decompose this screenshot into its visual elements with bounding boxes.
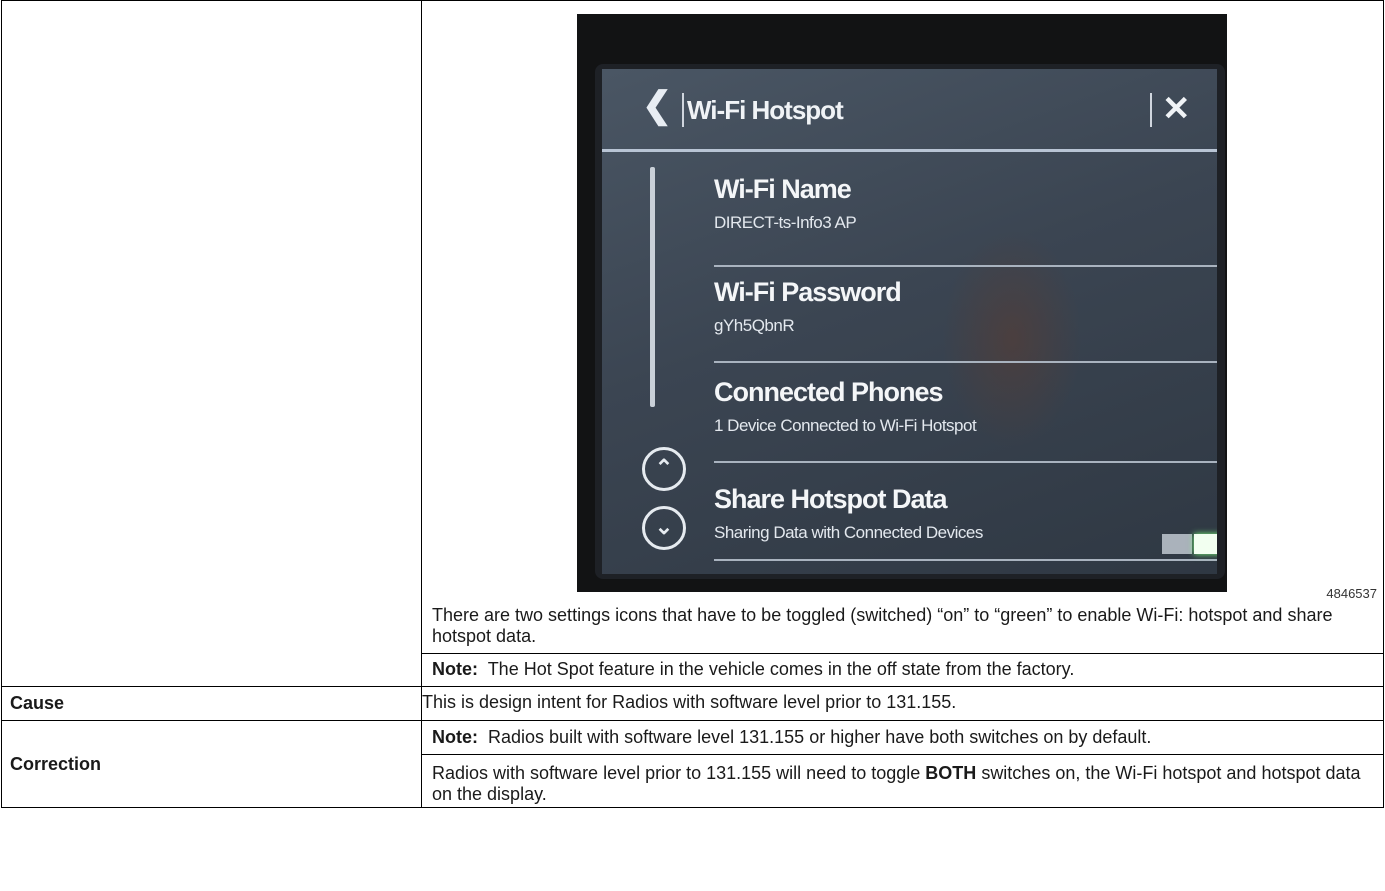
share-hotspot-toggle <box>1162 534 1217 554</box>
cause-row: Cause This is design intent for Radios w… <box>1 686 1384 721</box>
correction-note: Note: Radios built with software level 1… <box>422 721 1383 754</box>
radio-screen-photo: ❮ Wi-Fi Hotspot ✕ Wi-Fi Name DIRECT-ts-I… <box>577 14 1227 592</box>
item-subtitle: DIRECT-ts-Info3 AP <box>714 213 857 232</box>
empty-label-cell <box>1 0 422 687</box>
item-title: Share Hotspot Data <box>714 484 948 514</box>
divider <box>714 265 1217 267</box>
figure-cell: ❮ Wi-Fi Hotspot ✕ Wi-Fi Name DIRECT-ts-I… <box>421 0 1384 687</box>
item-subtitle: 1 Device Connected to Wi-Fi Hotspot <box>714 416 977 435</box>
cause-label: Cause <box>1 686 422 721</box>
screen-title: Wi-Fi Hotspot <box>687 95 844 125</box>
item-subtitle: Sharing Data with Connected Devices <box>714 523 983 542</box>
cause-text: This is design intent for Radios with so… <box>421 686 1384 721</box>
close-icon: ✕ <box>1162 90 1191 128</box>
correction-text: Radios with software level prior to 131.… <box>432 763 1361 804</box>
list-item: Wi-Fi Name DIRECT-ts-Info3 AP <box>714 174 1214 233</box>
item-subtitle: gYh5QbnR <box>714 316 795 335</box>
item-title: Wi-Fi Name <box>714 174 852 204</box>
list-item: Wi-Fi Password gYh5QbnR <box>714 277 1214 336</box>
intro-note: Note: The Hot Spot feature in the vehicl… <box>422 654 1383 686</box>
divider <box>714 461 1217 463</box>
divider <box>714 361 1217 363</box>
screen-header: ❮ Wi-Fi Hotspot ✕ <box>602 69 1217 152</box>
chevron-up-icon: ⌃ <box>642 447 686 491</box>
list-item: Share Hotspot Data Sharing Data with Con… <box>714 484 1214 543</box>
header-divider <box>682 93 684 127</box>
correction-cell: Note: Radios built with software level 1… <box>421 720 1384 808</box>
scrollbar <box>650 167 655 407</box>
figure-row: ❮ Wi-Fi Hotspot ✕ Wi-Fi Name DIRECT-ts-I… <box>1 0 1384 687</box>
note-label: Note: <box>432 659 478 679</box>
note-label: Note: <box>432 727 478 747</box>
figure-id: 4846537 <box>1326 586 1377 601</box>
correction-label: Correction <box>1 720 422 808</box>
item-title: Connected Phones <box>714 377 944 407</box>
figure-wrap: ❮ Wi-Fi Hotspot ✕ Wi-Fi Name DIRECT-ts-I… <box>422 1 1383 601</box>
note-text: The Hot Spot feature in the vehicle come… <box>487 659 1075 679</box>
chevron-down-icon: ⌄ <box>642 506 686 550</box>
note-text: Radios built with software level 131.155… <box>488 727 1152 747</box>
bulletin-table: ❮ Wi-Fi Hotspot ✕ Wi-Fi Name DIRECT-ts-I… <box>1 0 1384 808</box>
item-title: Wi-Fi Password <box>714 277 902 307</box>
both-emphasis: BOTH <box>925 763 977 783</box>
header-divider <box>1150 93 1152 127</box>
intro-paragraph: There are two settings icons that have t… <box>432 605 1333 646</box>
divider <box>714 559 1217 561</box>
list-item: Connected Phones 1 Device Connected to W… <box>714 377 1214 436</box>
correction-row: Correction Note: Radios built with softw… <box>1 720 1384 808</box>
chevron-left-icon: ❮ <box>642 84 673 125</box>
display-screen: ❮ Wi-Fi Hotspot ✕ Wi-Fi Name DIRECT-ts-I… <box>602 69 1217 574</box>
